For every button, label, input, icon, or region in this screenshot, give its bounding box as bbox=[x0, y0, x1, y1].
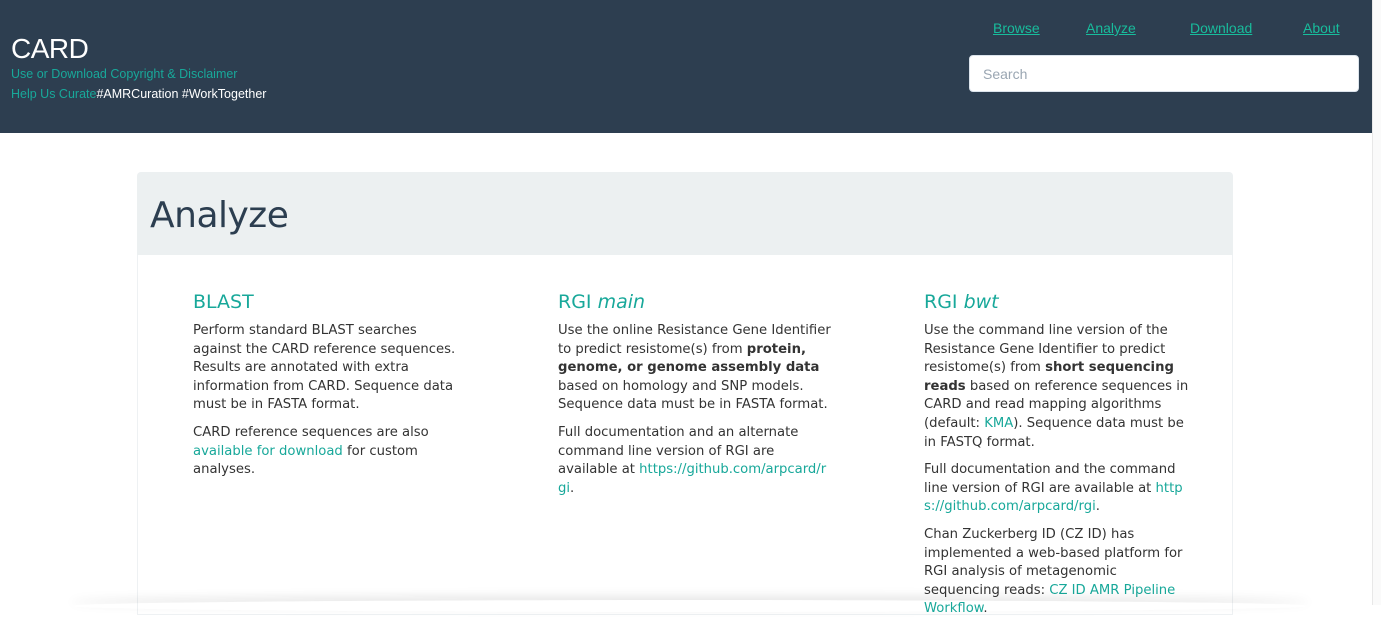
rgi-bwt-description: Use the command line version of the Resi… bbox=[924, 323, 1189, 450]
help-us-curate-link[interactable]: Help Us Curate bbox=[11, 87, 96, 101]
bottom-shadow bbox=[70, 600, 1310, 612]
page-title: Analyze bbox=[150, 195, 289, 236]
rgi-bwt-docs-note: Full documentation and the command line … bbox=[924, 462, 1183, 515]
curation-line: Help Us Curate#AMRCuration #WorkTogether bbox=[11, 86, 266, 102]
kma-link[interactable]: KMA bbox=[984, 416, 1013, 431]
blast-download-note: CARD reference sequences are also availa… bbox=[193, 424, 429, 478]
nav-about-link[interactable]: About bbox=[1303, 19, 1340, 37]
copyright-line: Use or Download Copyright & Disclaimer bbox=[11, 66, 237, 82]
rgi-bwt-title-link[interactable]: RGI bwt bbox=[924, 291, 999, 313]
blast-column: BLAST Perform standard BLAST searches ag… bbox=[193, 290, 465, 489]
copyright-disclaimer-link[interactable]: Use or Download Copyright & Disclaimer bbox=[11, 67, 237, 81]
rgi-main-docs-note: Full documentation and an alternate comm… bbox=[558, 424, 827, 496]
hashtags: #AMRCuration #WorkTogether bbox=[96, 87, 267, 101]
blast-title-link[interactable]: BLAST bbox=[193, 291, 254, 313]
search-input[interactable] bbox=[969, 55, 1359, 92]
rgi-main-title-link[interactable]: RGI main bbox=[558, 291, 645, 313]
nav-browse-link[interactable]: Browse bbox=[993, 19, 1040, 37]
brand-logo-link[interactable]: CARD bbox=[11, 33, 89, 65]
blast-description: Perform standard BLAST searches against … bbox=[193, 323, 456, 413]
rgi-bwt-column: RGI bwt Use the command line version of … bbox=[924, 290, 1192, 628]
rgi-main-description: Use the online Resistance Gene Identifie… bbox=[558, 323, 831, 413]
nav-analyze-link[interactable]: Analyze bbox=[1086, 19, 1136, 37]
page-header-banner: Analyze bbox=[137, 172, 1233, 255]
page-scrollbar[interactable] bbox=[1372, 0, 1381, 605]
available-for-download-link[interactable]: available for download bbox=[193, 444, 343, 459]
nav-download-link[interactable]: Download bbox=[1190, 19, 1252, 37]
top-navbar: CARD Use or Download Copyright & Disclai… bbox=[0, 0, 1372, 133]
rgi-main-column: RGI main Use the online Resistance Gene … bbox=[558, 290, 832, 507]
